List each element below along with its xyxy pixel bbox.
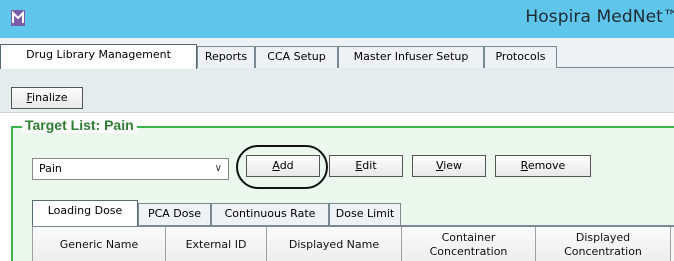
edit-button[interactable]: Edit	[329, 155, 403, 177]
remove-button[interactable]: Remove	[495, 155, 591, 177]
add-button[interactable]: Add	[246, 155, 320, 177]
chevron-down-icon: ∨	[214, 163, 222, 174]
tab-reports[interactable]: Reports	[197, 46, 255, 68]
column-header-displayed-name[interactable]: Displayed Name	[266, 227, 401, 261]
target-list-select-value: Pain	[39, 162, 62, 175]
title-bar: Hospira MedNet™	[0, 0, 674, 38]
toolbar: Finalize	[0, 68, 674, 113]
tab-cca-setup[interactable]: CCA Setup	[255, 46, 338, 68]
column-header-displayed-concentration[interactable]: Displayed Concentration	[535, 227, 671, 261]
view-button[interactable]: View	[412, 155, 486, 177]
tab-pca-dose[interactable]: PCA Dose	[138, 203, 211, 225]
tab-dose-limit[interactable]: Dose Limit	[329, 203, 401, 225]
tab-protocols[interactable]: Protocols	[484, 46, 557, 68]
tab-master-infuser-setup[interactable]: Master Infuser Setup	[338, 46, 484, 68]
tab-loading-dose[interactable]: Loading Dose	[32, 200, 138, 226]
tab-drug-library-management[interactable]: Drug Library Management	[0, 44, 197, 69]
target-list-title: Target List: Pain	[22, 117, 137, 133]
main-tab-bar: Drug Library Management Reports CCA Setu…	[0, 38, 674, 69]
tab-continuous-rate[interactable]: Continuous Rate	[211, 203, 329, 225]
finalize-button[interactable]: Finalize	[11, 87, 83, 109]
column-header-external-id[interactable]: External ID	[165, 227, 266, 261]
app-title: Hospira MedNet™	[525, 7, 674, 27]
target-list-select[interactable]: Pain ∨	[32, 158, 229, 180]
column-header-generic-name[interactable]: Generic Name	[32, 227, 165, 261]
drug-table-header: Generic Name External ID Displayed Name …	[32, 226, 674, 261]
column-header-container-concentration[interactable]: Container Concentration	[401, 227, 535, 261]
app-logo-icon	[11, 10, 25, 26]
